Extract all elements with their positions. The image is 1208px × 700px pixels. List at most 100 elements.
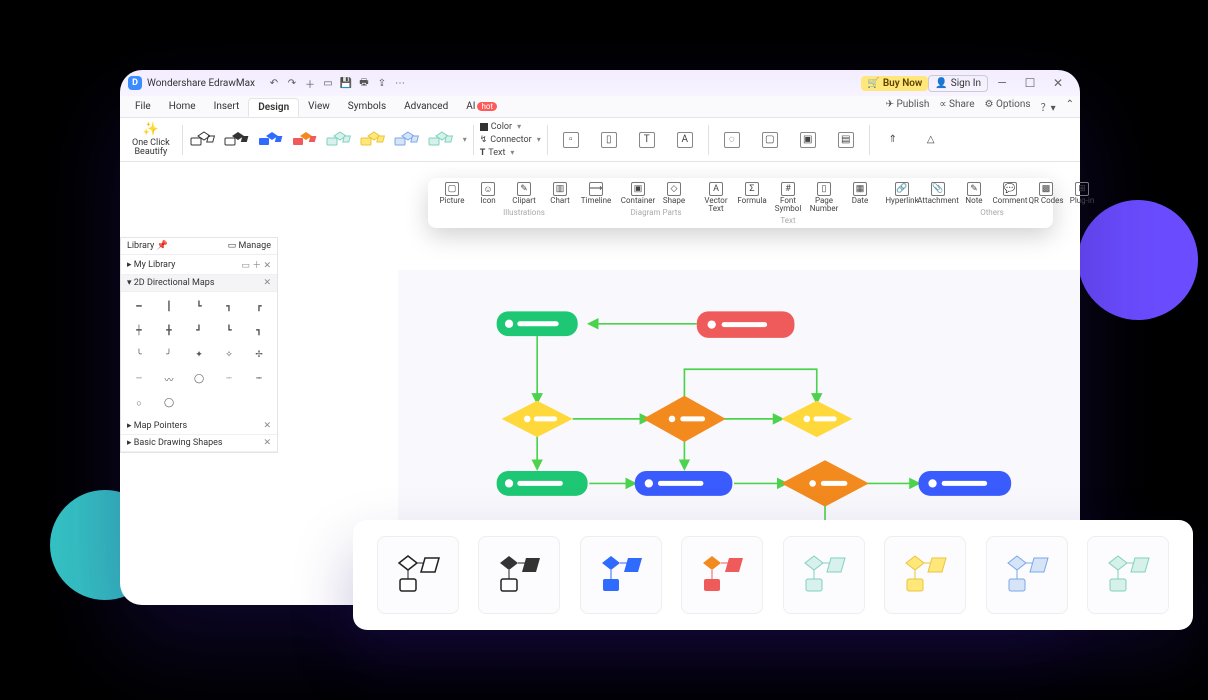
window-maximize-button[interactable]: ☐ <box>1016 76 1044 90</box>
theme-preset-1[interactable] <box>189 129 219 151</box>
shape-star-1[interactable]: ✦ <box>185 344 213 366</box>
library-section-map[interactable]: ▸ Map Pointers ✕ <box>121 418 277 435</box>
shape-cross-1[interactable]: ┿ <box>125 320 153 342</box>
theme-preset-6[interactable] <box>359 129 389 151</box>
shape-curve-2[interactable]: ╯ <box>155 344 183 366</box>
shape-dashes[interactable]: ┈ <box>215 368 243 390</box>
preset-card-2[interactable] <box>478 536 560 614</box>
collapse-ribbon-button[interactable]: ⌃ <box>1066 99 1074 114</box>
menu-design[interactable]: Design <box>248 98 299 117</box>
preset-card-1[interactable] <box>377 536 459 614</box>
help-button[interactable]: ？▾ <box>1041 99 1056 114</box>
redo-button[interactable]: ↷ <box>283 74 301 92</box>
insert-timeline-button[interactable]: ⟶Timeline <box>578 182 614 205</box>
page-font-button[interactable]: A <box>668 132 702 148</box>
pin-icon[interactable]: 📌 <box>156 241 167 251</box>
shape-line-v[interactable]: ┃ <box>155 296 183 318</box>
watermark-button[interactable]: ◌ <box>715 132 749 148</box>
menu-home[interactable]: Home <box>160 98 205 115</box>
save-button[interactable]: 💾 <box>337 74 355 92</box>
bg-button[interactable]: ▢ <box>753 132 787 148</box>
one-click-beautify-button[interactable]: ✨ One Click Beautify <box>126 122 176 157</box>
theme-preset-2[interactable] <box>223 129 253 151</box>
connector-dropdown[interactable]: ↯Connector▾ <box>480 134 541 146</box>
preset-card-8[interactable] <box>1087 536 1169 614</box>
preset-card-6[interactable] <box>884 536 966 614</box>
insert-chart-button[interactable]: ▥Chart <box>542 182 578 205</box>
preset-card-3[interactable] <box>580 536 662 614</box>
menu-view[interactable]: View <box>299 98 339 115</box>
window-minimize-button[interactable]: — <box>988 76 1016 90</box>
shape-star-3[interactable]: ✢ <box>245 344 273 366</box>
shape-l-3[interactable]: ┓ <box>245 320 273 342</box>
insert-note-button[interactable]: ✎Note <box>956 182 992 205</box>
footer-button[interactable]: ▤ <box>829 132 863 148</box>
undo-button[interactable]: ↶ <box>265 74 283 92</box>
open-button[interactable]: ▭ <box>319 74 337 92</box>
insert-pagenum-button[interactable]: ▯Page Number <box>806 182 842 213</box>
library-section-basic[interactable]: ▸ Basic Drawing Shapes ✕ <box>121 435 277 452</box>
theme-preset-4[interactable] <box>291 129 321 151</box>
header-button[interactable]: ▣ <box>791 132 825 148</box>
page-bg-button[interactable]: ▫ <box>554 132 588 148</box>
insert-comment-button[interactable]: 💬Comment <box>992 182 1028 205</box>
warning-style-button[interactable]: △ <box>914 132 948 148</box>
theme-preset-8[interactable] <box>427 129 457 151</box>
shape-cross-2[interactable]: ╋ <box>155 320 183 342</box>
insert-shape-button[interactable]: ◇Shape <box>656 182 692 205</box>
theme-preset-5[interactable] <box>325 129 355 151</box>
shape-curve-1[interactable]: ╰ <box>125 344 153 366</box>
buy-now-button[interactable]: 🛒Buy Now <box>861 76 928 91</box>
insert-plugin-button[interactable]: ⊞Plug-in <box>1064 182 1100 205</box>
shape-l-1[interactable]: ┛ <box>185 320 213 342</box>
menu-insert[interactable]: Insert <box>205 98 249 115</box>
preset-card-5[interactable] <box>783 536 865 614</box>
page-text-button[interactable]: T <box>630 132 664 148</box>
insert-qr-button[interactable]: ▩QR Codes <box>1028 182 1064 205</box>
shape-wave[interactable]: 〰 <box>155 368 183 390</box>
insert-fontsymbol-button[interactable]: #Font Symbol <box>770 182 806 213</box>
menu-ai[interactable]: AIhot <box>457 98 506 115</box>
shape-circle-1[interactable]: ◯ <box>185 368 213 390</box>
shape-corner-3[interactable]: ┏ <box>245 296 273 318</box>
menu-advanced[interactable]: Advanced <box>395 98 457 115</box>
library-manage-button[interactable]: ▭ Manage <box>228 241 271 251</box>
shape-corner-1[interactable]: ┗ <box>185 296 213 318</box>
page-layout-button[interactable]: ▯ <box>592 132 626 148</box>
menu-file[interactable]: File <box>126 98 160 115</box>
more-button[interactable]: ⋯ <box>391 74 409 92</box>
window-close-button[interactable]: ✕ <box>1044 76 1072 90</box>
theme-preset-7[interactable] <box>393 129 423 151</box>
menu-symbols[interactable]: Symbols <box>339 98 395 115</box>
shape-circle-big[interactable]: ◯ <box>155 392 183 414</box>
library-section-2d[interactable]: ▾ 2D Directional Maps ✕ <box>121 275 277 292</box>
insert-hyperlink-button[interactable]: 🔗Hyperlink <box>884 182 920 205</box>
insert-attach-button[interactable]: 📎Attachment <box>920 182 956 205</box>
print-button[interactable]: 🖶 <box>355 74 373 92</box>
arrow-style-button[interactable]: ⇑ <box>876 132 910 148</box>
insert-picture-button[interactable]: ▢Picture <box>434 182 470 205</box>
share-button[interactable]: ∝ Share <box>939 99 974 114</box>
color-dropdown[interactable]: Color▾ <box>480 121 541 133</box>
shape-l-2[interactable]: ┗ <box>215 320 243 342</box>
preset-card-7[interactable] <box>986 536 1068 614</box>
new-button[interactable]: ＋ <box>301 74 319 92</box>
library-mylib-row[interactable]: ▸ My Library ▭ ＋ ✕ <box>121 255 277 275</box>
signin-button[interactable]: 👤Sign In <box>928 75 988 92</box>
insert-date-button[interactable]: ▦Date <box>842 182 878 213</box>
preset-card-4[interactable] <box>681 536 763 614</box>
shape-star-2[interactable]: ✧ <box>215 344 243 366</box>
export-button[interactable]: ⇪ <box>373 74 391 92</box>
theme-preset-3[interactable] <box>257 129 287 151</box>
shape-line-h[interactable]: ━ <box>125 296 153 318</box>
insert-container-button[interactable]: ▣Container <box>620 182 656 205</box>
theme-more-button[interactable]: ▾ <box>463 135 467 144</box>
shape-corner-2[interactable]: ┓ <box>215 296 243 318</box>
insert-formula-button[interactable]: ΣFormula <box>734 182 770 213</box>
publish-button[interactable]: ✈ Publish <box>886 99 930 114</box>
options-button[interactable]: ⚙ Options <box>985 99 1031 114</box>
insert-clipart-button[interactable]: ✎Clipart <box>506 182 542 205</box>
shape-dashes-2[interactable]: ┉ <box>245 368 273 390</box>
insert-vtext-button[interactable]: AVector Text <box>698 182 734 213</box>
text-dropdown[interactable]: TText▾ <box>480 147 541 159</box>
